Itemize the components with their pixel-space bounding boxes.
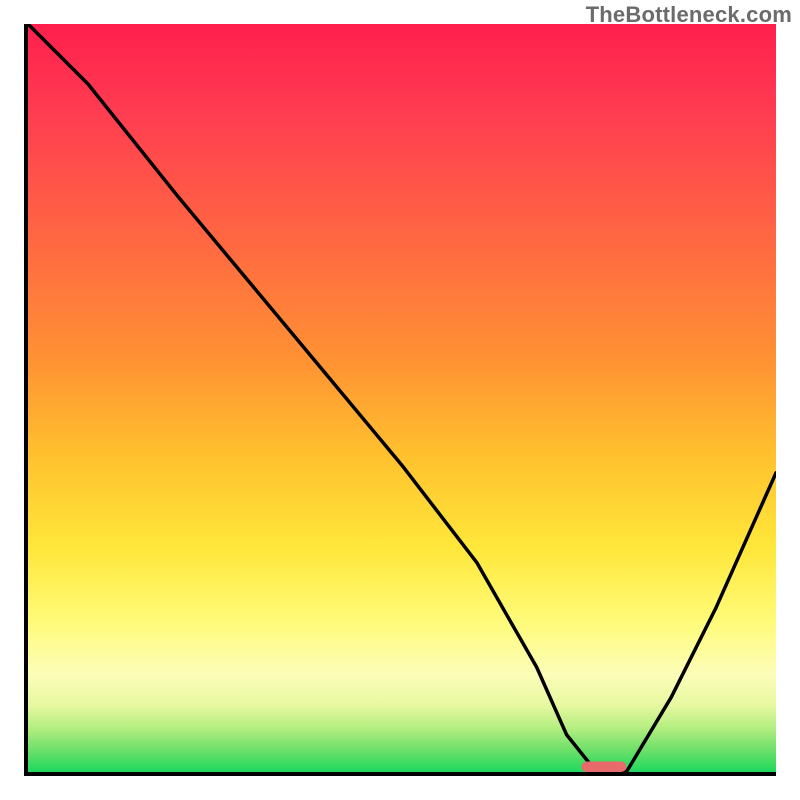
bottleneck-curve [28, 24, 776, 772]
chart-container: TheBottleneck.com [0, 0, 800, 800]
plot-area [24, 24, 776, 776]
chart-overlay [28, 24, 776, 772]
optimum-marker [582, 762, 627, 772]
